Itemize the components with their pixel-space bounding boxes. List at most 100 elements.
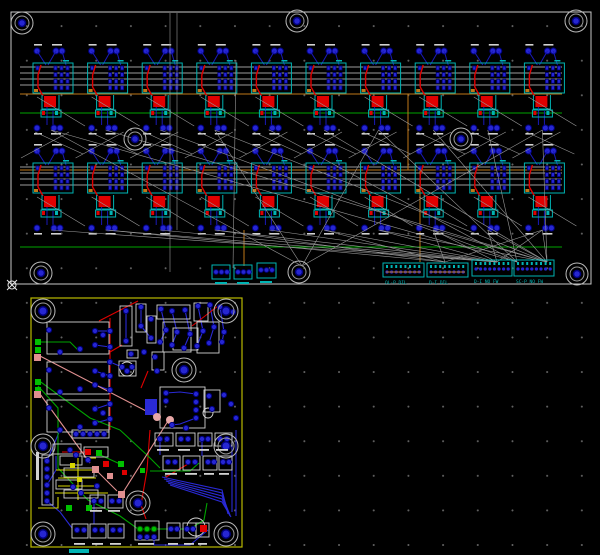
pad[interactable]	[100, 332, 105, 337]
pad[interactable]	[164, 436, 169, 441]
pad[interactable]	[535, 267, 538, 270]
pad[interactable]	[531, 262, 533, 265]
pad[interactable]	[66, 505, 72, 511]
pad[interactable]	[458, 265, 460, 268]
pad[interactable]	[122, 470, 127, 475]
pad[interactable]	[44, 498, 49, 503]
pad[interactable]	[110, 527, 115, 532]
pad[interactable]	[46, 367, 51, 372]
pad[interactable]	[94, 483, 99, 488]
key-module[interactable]	[88, 44, 128, 135]
pad[interactable]	[118, 461, 124, 467]
pad[interactable]	[144, 534, 149, 539]
pad[interactable]	[107, 373, 112, 378]
pad[interactable]	[187, 331, 192, 336]
pad[interactable]	[193, 407, 198, 412]
pad[interactable]	[118, 491, 125, 498]
pad[interactable]	[549, 267, 552, 270]
pad[interactable]	[194, 343, 199, 348]
pad[interactable]	[138, 323, 143, 328]
pad[interactable]	[184, 526, 189, 531]
pad[interactable]	[211, 324, 216, 329]
pad[interactable]	[67, 447, 72, 452]
key-module[interactable]	[306, 44, 346, 135]
pad[interactable]	[46, 405, 51, 410]
pad[interactable]	[200, 328, 205, 333]
pad[interactable]	[98, 498, 103, 503]
pad[interactable]	[233, 415, 238, 420]
pad[interactable]	[448, 265, 450, 268]
connector[interactable]	[234, 265, 252, 284]
pad[interactable]	[414, 265, 416, 268]
key-module[interactable]	[197, 144, 237, 235]
pad[interactable]	[34, 391, 41, 398]
mounting-hole[interactable]	[214, 522, 238, 546]
pad[interactable]	[219, 270, 224, 275]
pad[interactable]	[206, 393, 211, 398]
signal-trace[interactable]	[154, 530, 208, 545]
pad[interactable]	[44, 482, 49, 487]
pad[interactable]	[549, 262, 551, 265]
pad[interactable]	[107, 344, 112, 349]
key-module[interactable]	[415, 144, 455, 235]
pad[interactable]	[78, 490, 83, 495]
pad[interactable]	[44, 466, 49, 471]
pad[interactable]	[35, 339, 41, 345]
mounting-hole[interactable]	[214, 434, 238, 458]
pad[interactable]	[480, 262, 482, 265]
pad[interactable]	[199, 436, 204, 441]
pad[interactable]	[169, 422, 174, 427]
pad[interactable]	[535, 262, 537, 265]
pad[interactable]	[221, 392, 226, 397]
pad[interactable]	[154, 368, 159, 373]
mounting-hole[interactable]	[31, 434, 55, 458]
pad[interactable]	[141, 349, 146, 354]
pad[interactable]	[44, 490, 49, 495]
pad[interactable]	[507, 262, 509, 265]
key-module[interactable]	[251, 44, 291, 135]
pad[interactable]	[497, 267, 500, 270]
pad[interactable]	[117, 527, 122, 532]
pad[interactable]	[178, 436, 183, 441]
pad[interactable]	[123, 308, 128, 313]
key-module[interactable]	[33, 44, 73, 135]
pad[interactable]	[35, 347, 41, 353]
pad[interactable]	[193, 399, 198, 404]
pad[interactable]	[163, 327, 168, 332]
pad[interactable]	[395, 265, 397, 268]
pad[interactable]	[99, 527, 104, 532]
pad[interactable]	[484, 267, 487, 270]
pad[interactable]	[517, 262, 519, 265]
pad[interactable]	[205, 436, 210, 441]
pad[interactable]	[85, 457, 90, 462]
pad[interactable]	[391, 265, 393, 268]
pad[interactable]	[92, 406, 97, 411]
pad[interactable]	[493, 262, 495, 265]
key-module[interactable]	[33, 144, 73, 235]
pad[interactable]	[526, 267, 529, 270]
pad[interactable]	[209, 406, 214, 411]
pad[interactable]	[479, 267, 482, 270]
pad[interactable]	[185, 436, 190, 441]
pad[interactable]	[107, 359, 112, 364]
pad[interactable]	[109, 498, 114, 503]
mounting-hole[interactable]	[126, 491, 150, 515]
pad[interactable]	[107, 473, 113, 479]
pad[interactable]	[205, 459, 210, 464]
pad[interactable]	[96, 450, 102, 456]
pad[interactable]	[129, 364, 134, 369]
pad[interactable]	[236, 270, 241, 275]
mounting-hole[interactable]	[172, 358, 196, 382]
pad[interactable]	[145, 399, 157, 415]
pad[interactable]	[94, 431, 99, 436]
pad[interactable]	[270, 268, 275, 273]
pad[interactable]	[92, 328, 97, 333]
pad[interactable]	[247, 270, 252, 275]
pad[interactable]	[219, 339, 224, 344]
mounting-hole[interactable]	[124, 128, 146, 150]
pad[interactable]	[57, 349, 62, 354]
mounting-hole[interactable]	[450, 128, 472, 150]
component-outline[interactable]	[64, 468, 94, 477]
pad[interactable]	[181, 345, 186, 350]
pad[interactable]	[153, 413, 161, 421]
